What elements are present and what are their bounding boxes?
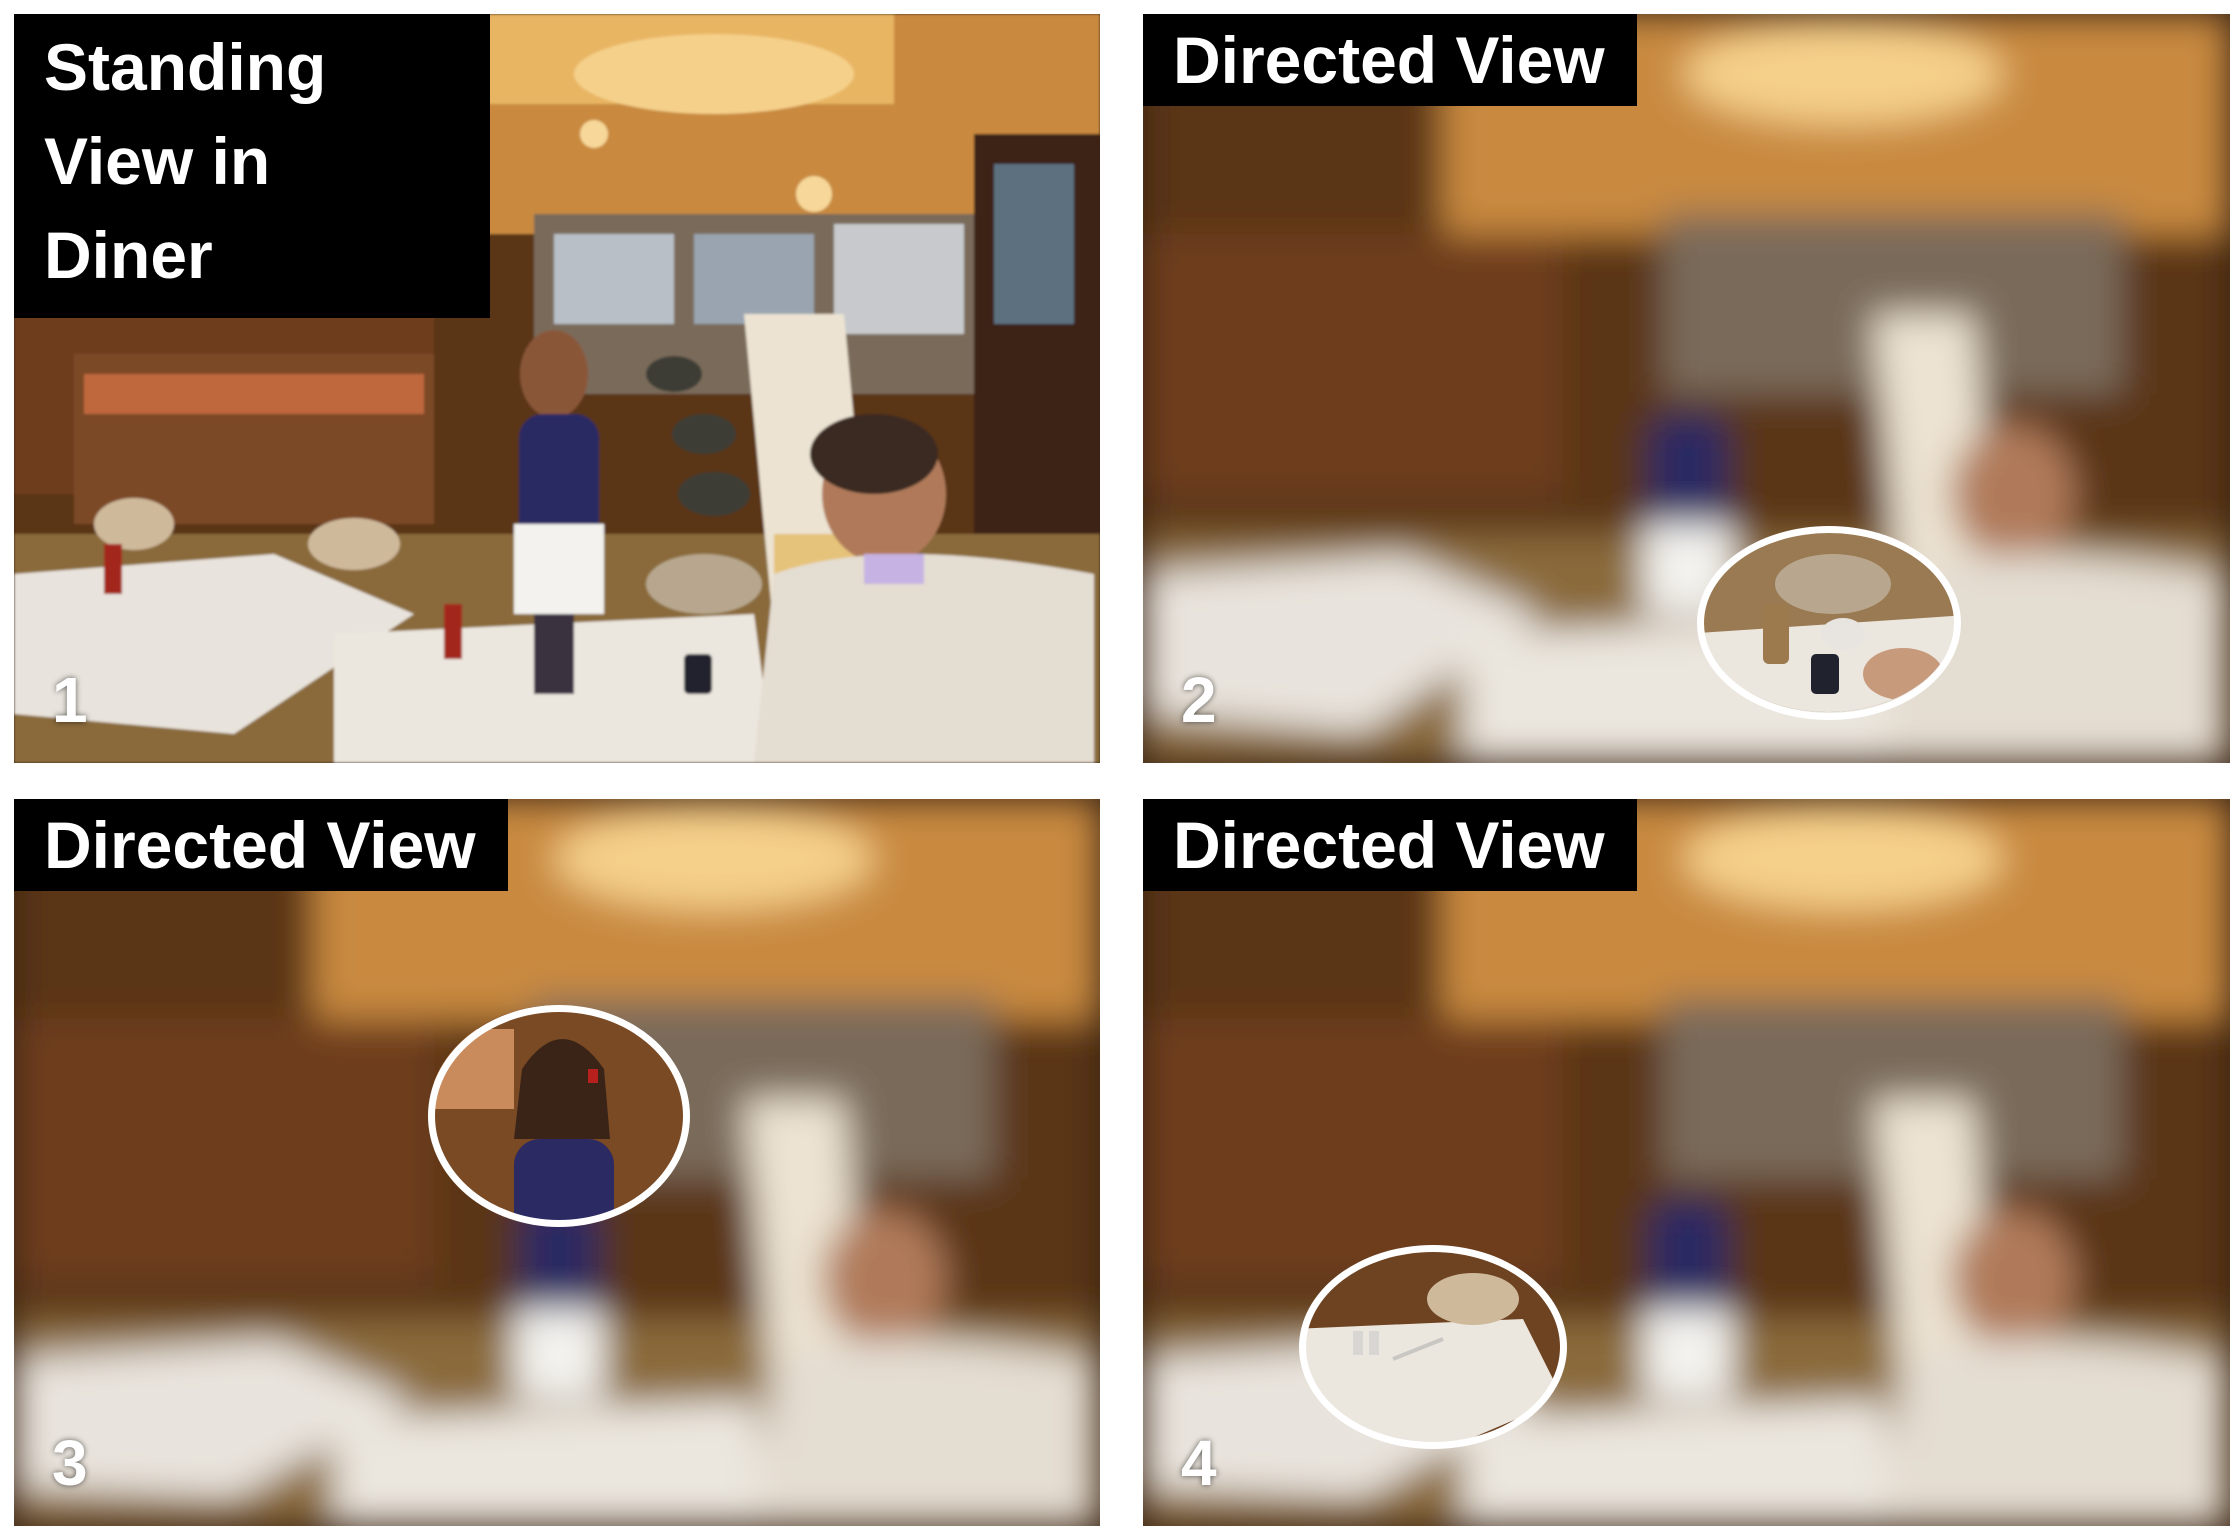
focus-ring-table (1299, 1245, 1567, 1449)
panel-number: 2 (1181, 664, 1217, 736)
panel-caption: Directed View (14, 799, 508, 891)
panel-number: 3 (52, 1427, 88, 1499)
focus-ring-phone (1697, 526, 1961, 720)
diner-scene-blurred (1143, 799, 2230, 1526)
image-grid: Standing View in Diner 1 Directed View 2… (0, 0, 2239, 1533)
panel-number: 1 (52, 664, 88, 736)
panel-directed-view-phone: Directed View 2 (1143, 14, 2230, 763)
focus-ring-waitress (428, 1005, 690, 1227)
panel-caption: Directed View (1143, 799, 1637, 891)
panel-standing-view: Standing View in Diner 1 (14, 14, 1100, 763)
panel-caption: Standing View in Diner (14, 14, 490, 318)
panel-directed-view-table: Directed View 4 (1143, 799, 2230, 1526)
panel-directed-view-waitress: Directed View 3 (14, 799, 1100, 1526)
panel-number: 4 (1181, 1427, 1217, 1499)
panel-caption: Directed View (1143, 14, 1637, 106)
diner-scene-blurred (1143, 14, 2230, 763)
